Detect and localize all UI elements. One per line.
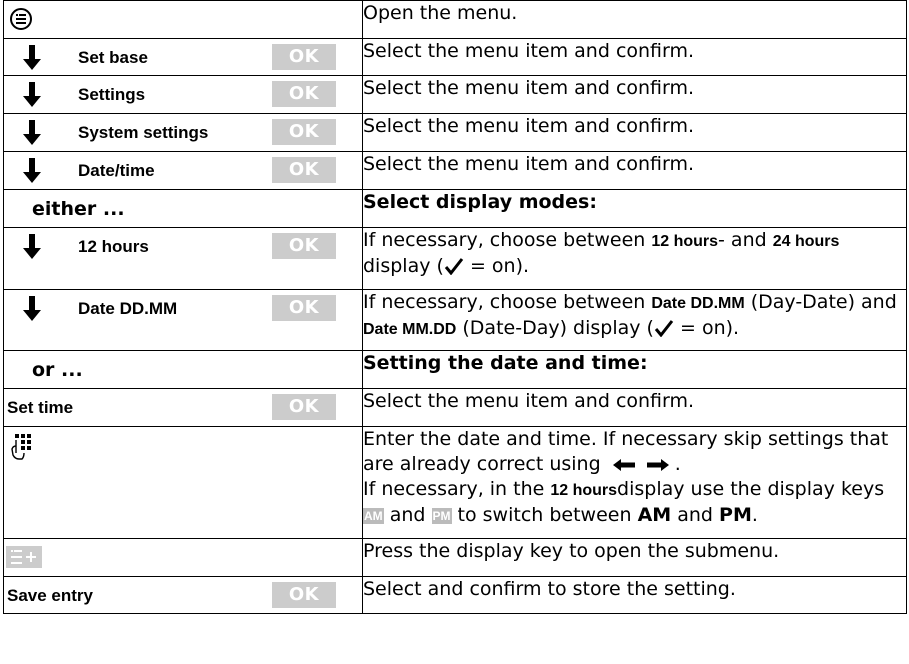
pm-key[interactable]: PM bbox=[431, 508, 452, 524]
step-control bbox=[3, 0, 363, 39]
arrow-down-icon bbox=[23, 45, 41, 70]
step-description: Select the menu item and confirm. bbox=[362, 38, 907, 76]
section-label-either: either ... bbox=[32, 198, 125, 220]
menu-item-date-time: Date/time bbox=[78, 161, 155, 180]
step-description: Open the menu. bbox=[362, 0, 907, 39]
arrow-down-icon bbox=[23, 120, 41, 145]
menu-item-system-settings: System settings bbox=[78, 123, 209, 142]
menu-key-icon bbox=[10, 8, 32, 30]
table-row: Open the menu. bbox=[3, 0, 907, 39]
table-row: 12 hours OK If necessary, choose between… bbox=[3, 227, 907, 290]
arrow-down-icon bbox=[23, 158, 41, 183]
ok-button[interactable]: OK bbox=[272, 295, 336, 321]
arrow-down-icon bbox=[23, 82, 41, 107]
step-description: Select the menu item and confirm. bbox=[362, 151, 907, 190]
menu-item-save-entry: Save entry bbox=[7, 586, 93, 605]
table-row: Enter the date and time. If necessary sk… bbox=[3, 426, 907, 539]
step-description: Press the display key to open the submen… bbox=[362, 538, 907, 577]
ok-button[interactable]: OK bbox=[272, 81, 336, 107]
menu-item-12-hours: 12 hours bbox=[78, 237, 149, 256]
step-description: If necessary, choose between 12 hours- a… bbox=[362, 227, 907, 290]
submenu-key-icon[interactable] bbox=[6, 546, 42, 568]
ok-button[interactable]: OK bbox=[272, 44, 336, 70]
table-row: Set time OK Select the menu item and con… bbox=[3, 388, 907, 427]
keypad-icon bbox=[11, 434, 31, 460]
table-row: either ... Select display modes: bbox=[3, 189, 907, 228]
arrow-left-icon bbox=[612, 459, 635, 471]
checkmark-icon bbox=[444, 258, 464, 275]
instruction-table: Open the menu. Set base OK Select the me… bbox=[3, 0, 907, 614]
section-label-or: or ... bbox=[32, 359, 83, 381]
table-row: Save entry OK Select and confirm to stor… bbox=[3, 576, 907, 614]
ok-button[interactable]: OK bbox=[272, 157, 336, 183]
ok-button[interactable]: OK bbox=[272, 582, 336, 608]
table-row: System settings OK Select the menu item … bbox=[3, 113, 907, 152]
ok-button[interactable]: OK bbox=[272, 233, 336, 259]
menu-item-date-ddmm: Date DD.MM bbox=[78, 299, 178, 318]
section-heading: Select display modes: bbox=[362, 189, 907, 228]
table-row: or ... Setting the date and time: bbox=[3, 350, 907, 389]
ok-button[interactable]: OK bbox=[272, 119, 336, 145]
ok-button[interactable]: OK bbox=[272, 394, 336, 420]
checkmark-icon bbox=[654, 320, 674, 337]
table-row: Date DD.MM OK If necessary, choose betwe… bbox=[3, 289, 907, 351]
arrow-down-icon bbox=[23, 234, 41, 259]
table-row: Settings OK Select the menu item and con… bbox=[3, 75, 907, 114]
step-description: Enter the date and time. If necessary sk… bbox=[362, 426, 907, 539]
step-description: Select the menu item and confirm. bbox=[362, 113, 907, 152]
section-heading: Setting the date and time: bbox=[362, 350, 907, 389]
step-description: Select the menu item and confirm. bbox=[362, 75, 907, 114]
arrow-down-icon bbox=[23, 296, 41, 321]
table-row: Date/time OK Select the menu item and co… bbox=[3, 151, 907, 190]
menu-item-settings: Settings bbox=[78, 85, 146, 104]
step-description: Select and confirm to store the setting. bbox=[362, 576, 907, 614]
arrow-right-icon bbox=[646, 459, 669, 471]
table-row: Set base OK Select the menu item and con… bbox=[3, 38, 907, 76]
am-key[interactable]: AM bbox=[363, 508, 384, 524]
menu-item-set-base: Set base bbox=[78, 48, 148, 67]
table-row: Press the display key to open the submen… bbox=[3, 538, 907, 577]
menu-item-set-time: Set time bbox=[7, 398, 74, 417]
step-description: If necessary, choose between Date DD.MM … bbox=[362, 289, 907, 351]
step-description: Select the menu item and confirm. bbox=[362, 388, 907, 427]
